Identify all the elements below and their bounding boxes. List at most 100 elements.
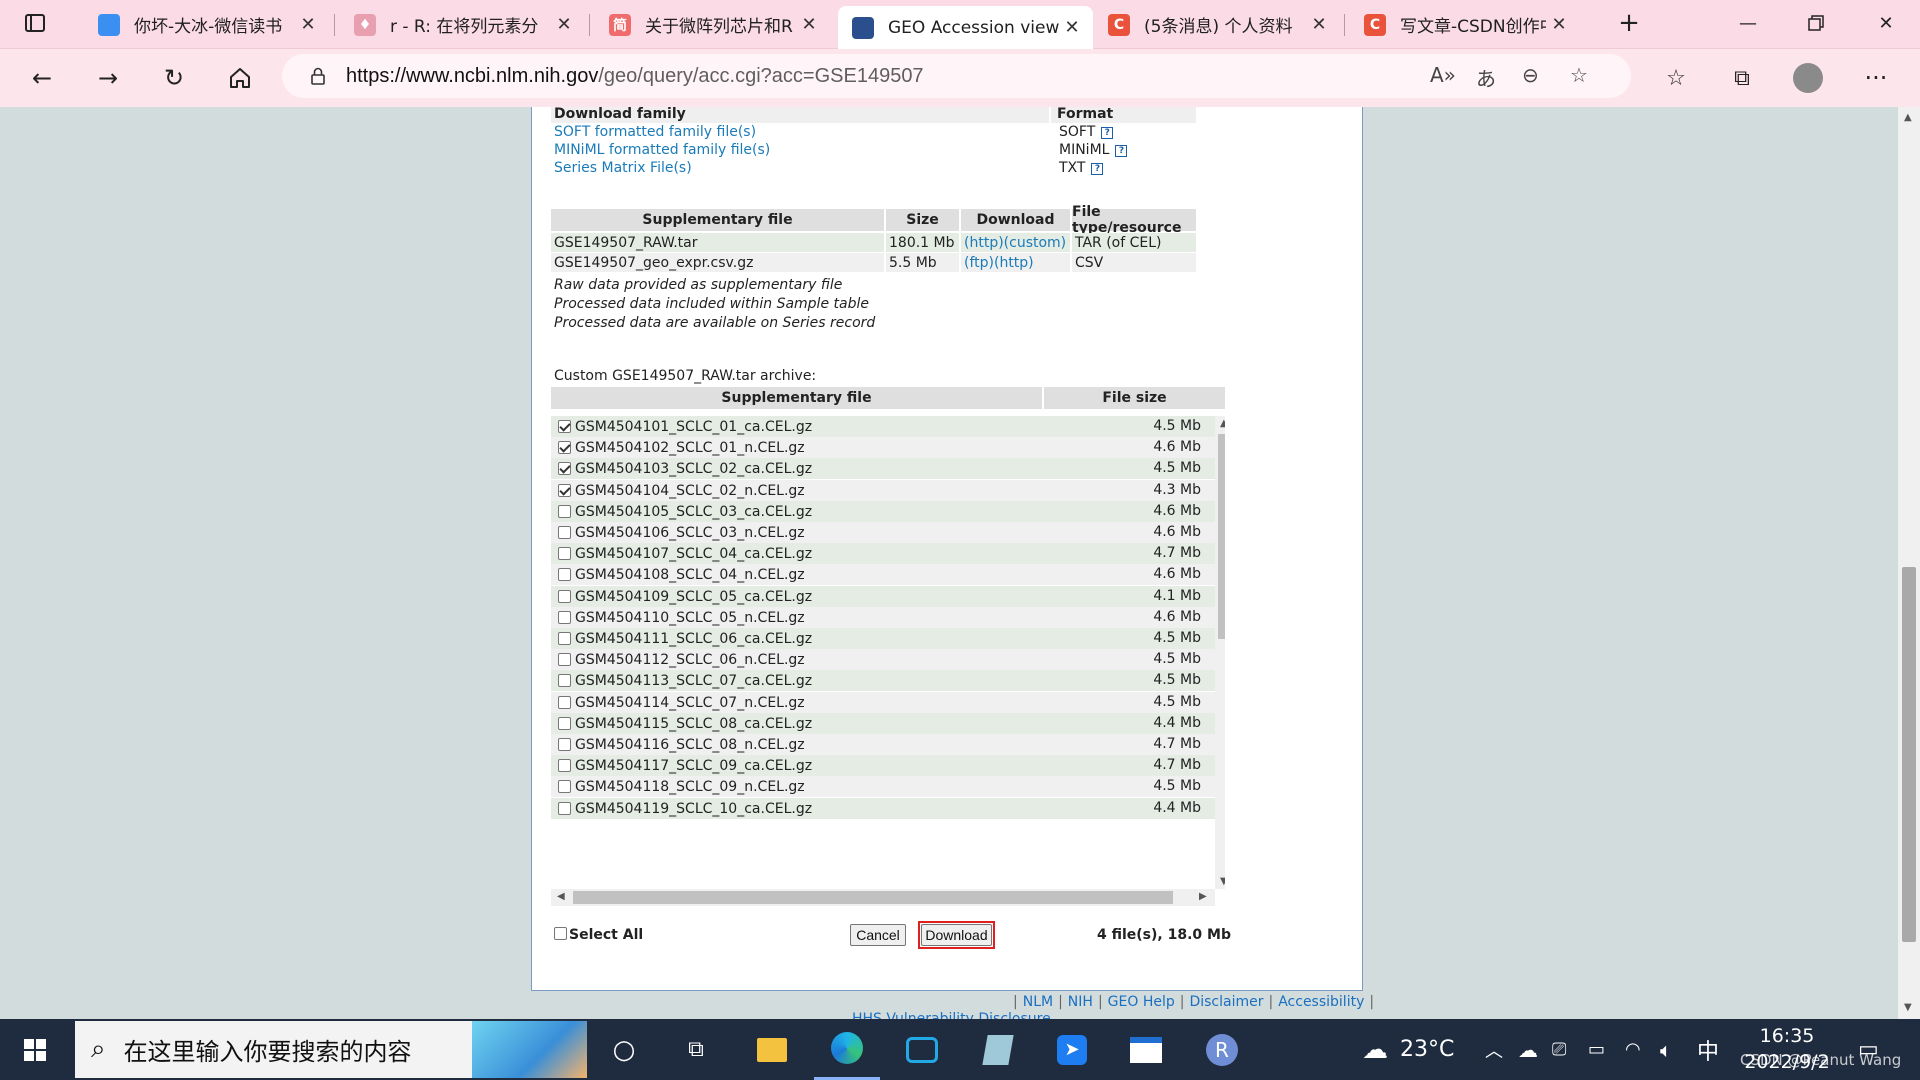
browser-tab[interactable]: ♦ r - R: 在将列元素分 ✕ [340,6,585,43]
footer-link-geo-help[interactable]: GEO Help [1108,994,1175,1010]
bilibili-button[interactable] [890,1019,954,1080]
supp-cell-dl[interactable]: (ftp)(http) [961,253,1070,272]
notification-button[interactable]: ▭ [1858,1019,1879,1080]
window-app-button[interactable] [1114,1019,1178,1080]
weather-widget[interactable]: ☁ 23°C [1362,1019,1454,1080]
family-file-link[interactable]: MINiML formatted family file(s) [554,142,770,158]
file-checkbox[interactable] [558,801,571,815]
footer-link-accessibility[interactable]: Accessibility [1278,994,1364,1010]
file-row[interactable]: GSM4504103_SCLC_02_ca.CEL.gz 4.5 Mb [551,458,1215,480]
favorites-button[interactable]: ☆ [1656,58,1696,98]
ime-indicator[interactable]: 中 [1697,1019,1719,1080]
file-row[interactable]: GSM4504104_SCLC_02_n.CEL.gz 4.3 Mb [551,479,1215,501]
translate-icon[interactable]: あ [1476,63,1496,92]
file-row[interactable]: GSM4504106_SCLC_03_n.CEL.gz 4.6 Mb [551,522,1215,543]
close-tab-icon[interactable]: ✕ [1546,14,1572,35]
file-row[interactable]: GSM4504113_SCLC_07_ca.CEL.gz 4.5 Mb [551,670,1215,692]
taskbar-search[interactable]: ⌕ 在这里输入你要搜索的内容 [75,1021,587,1078]
tray-overflow-button[interactable]: ︿ [1485,1019,1503,1080]
close-tab-icon[interactable]: ✕ [295,14,321,35]
help-icon[interactable]: ? [1101,127,1114,139]
file-checkbox[interactable] [558,653,571,667]
browser-tab[interactable]: 简关于微阵列芯片和R ✕ [595,6,830,43]
profile-button[interactable] [1788,58,1828,98]
list-vertical-scrollbar[interactable]: ▲ ▼ [1215,416,1225,889]
list-horizontal-scrollbar[interactable]: ◀ ▶ [551,889,1215,906]
file-checkbox[interactable] [558,759,571,773]
edge-taskbar-button[interactable] [814,1019,880,1080]
custom-file-list[interactable]: GSM4504101_SCLC_01_ca.CEL.gz 4.5 Mb GSM450… [551,416,1225,906]
file-row[interactable]: GSM4504110_SCLC_05_n.CEL.gz 4.6 Mb [551,606,1215,628]
file-checkbox[interactable] [558,441,571,455]
file-checkbox[interactable] [558,695,571,709]
family-file-link[interactable]: Series Matrix File(s) [554,160,692,176]
file-row[interactable]: GSM4504105_SCLC_03_ca.CEL.gz 4.6 Mb [551,500,1215,522]
file-checkbox[interactable] [558,504,571,518]
wifi-icon[interactable]: ◠ [1625,1019,1641,1080]
download-button[interactable]: Download [921,924,992,946]
browser-tab[interactable]: C (5条消息) 个人资料 ✕ [1094,6,1340,43]
help-icon[interactable]: ? [1115,145,1128,157]
page-scroll-down-icon[interactable]: ▼ [1904,1002,1912,1013]
start-button[interactable] [0,1019,70,1080]
close-window-button[interactable]: ✕ [1852,0,1920,46]
supp-cell-dl[interactable]: (http)(custom) [961,233,1070,252]
file-row[interactable]: GSM4504109_SCLC_05_ca.CEL.gz 4.1 Mb [551,585,1215,607]
battery-icon[interactable]: ▭ [1588,1019,1605,1080]
browser-tab[interactable]: GEO Accession viewer ✕ [838,6,1093,49]
close-tab-icon[interactable]: ✕ [1059,17,1085,38]
file-checkbox[interactable] [558,420,571,433]
cancel-button[interactable]: Cancel [850,924,906,946]
screenshot-tool-icon[interactable]: ⎚ [1552,1019,1566,1080]
file-row[interactable]: GSM4504101_SCLC_01_ca.CEL.gz 4.5 Mb [551,416,1215,437]
page-scroll-thumb[interactable] [1902,567,1916,942]
file-row[interactable]: GSM4504119_SCLC_10_ca.CEL.gz 4.4 Mb [551,797,1215,819]
select-all-checkbox[interactable] [554,927,567,940]
footer-link-disclaimer[interactable]: Disclaimer [1189,994,1263,1010]
volume-icon[interactable]: 🔈︎ [1660,1019,1672,1080]
file-row[interactable]: GSM4504111_SCLC_06_ca.CEL.gz 4.5 Mb [551,628,1215,649]
browser-tab[interactable]: 你坏-大冰-微信读书 ✕ [84,6,329,43]
restore-button[interactable] [1782,0,1850,46]
file-checkbox[interactable] [558,547,571,561]
task-view-button[interactable]: ⧉ [664,1019,728,1080]
file-row[interactable]: GSM4504117_SCLC_09_ca.CEL.gz 4.7 Mb [551,755,1215,777]
file-row[interactable]: GSM4504102_SCLC_01_n.CEL.gz 4.6 Mb [551,437,1215,459]
notes-app-button[interactable] [966,1019,1030,1080]
close-tab-icon[interactable]: ✕ [1306,14,1332,35]
file-row[interactable]: GSM4504114_SCLC_07_n.CEL.gz 4.5 Mb [551,691,1215,713]
help-icon[interactable]: ? [1091,163,1104,175]
list-hscroll-thumb[interactable] [573,891,1173,904]
file-explorer-button[interactable] [740,1019,804,1080]
onedrive-icon[interactable]: ☁ [1518,1019,1538,1080]
file-checkbox[interactable] [558,568,571,582]
list-scroll-thumb[interactable] [1218,434,1225,639]
feishu-button[interactable]: ➤ [1040,1019,1104,1080]
r-app-button[interactable]: R [1190,1019,1254,1080]
page-scroll-up-icon[interactable]: ▲ [1904,112,1912,123]
page-scrollbar[interactable]: ▲ ▼ [1898,107,1920,1019]
zoom-out-icon[interactable]: ⊖ [1522,63,1539,87]
file-row[interactable]: GSM4504115_SCLC_08_ca.CEL.gz 4.4 Mb [551,712,1215,734]
scroll-up-arrow-icon[interactable]: ▲ [1220,418,1225,429]
file-checkbox[interactable] [558,716,571,730]
close-tab-icon[interactable]: ✕ [551,14,577,35]
footer-link-hhs[interactable]: HHS Vulnerability Disclosure [852,1011,1051,1019]
minimize-button[interactable]: — [1714,0,1782,46]
file-checkbox[interactable] [558,738,571,751]
read-aloud-icon[interactable]: A» [1430,63,1456,87]
file-checkbox[interactable] [558,526,571,539]
address-bar[interactable]: https://www.ncbi.nlm.nih.gov/geo/query/a… [282,54,1631,98]
browser-tab[interactable]: C 写文章-CSDN创作中 ✕ [1350,6,1580,43]
refresh-button[interactable]: ↻ [154,58,194,98]
cortana-button[interactable]: ○ [592,1019,656,1080]
file-checkbox[interactable] [558,610,571,624]
add-favorite-icon[interactable]: ☆ [1570,63,1588,87]
file-row[interactable]: GSM4504118_SCLC_09_n.CEL.gz 4.5 Mb [551,776,1215,798]
scroll-down-arrow-icon[interactable]: ▼ [1220,876,1225,887]
collections-button[interactable]: ⧉ [1722,58,1762,98]
back-button[interactable]: ← [22,58,62,98]
home-button[interactable] [220,58,260,98]
forward-button[interactable]: → [88,58,128,98]
new-tab-button[interactable]: + [1594,0,1664,46]
